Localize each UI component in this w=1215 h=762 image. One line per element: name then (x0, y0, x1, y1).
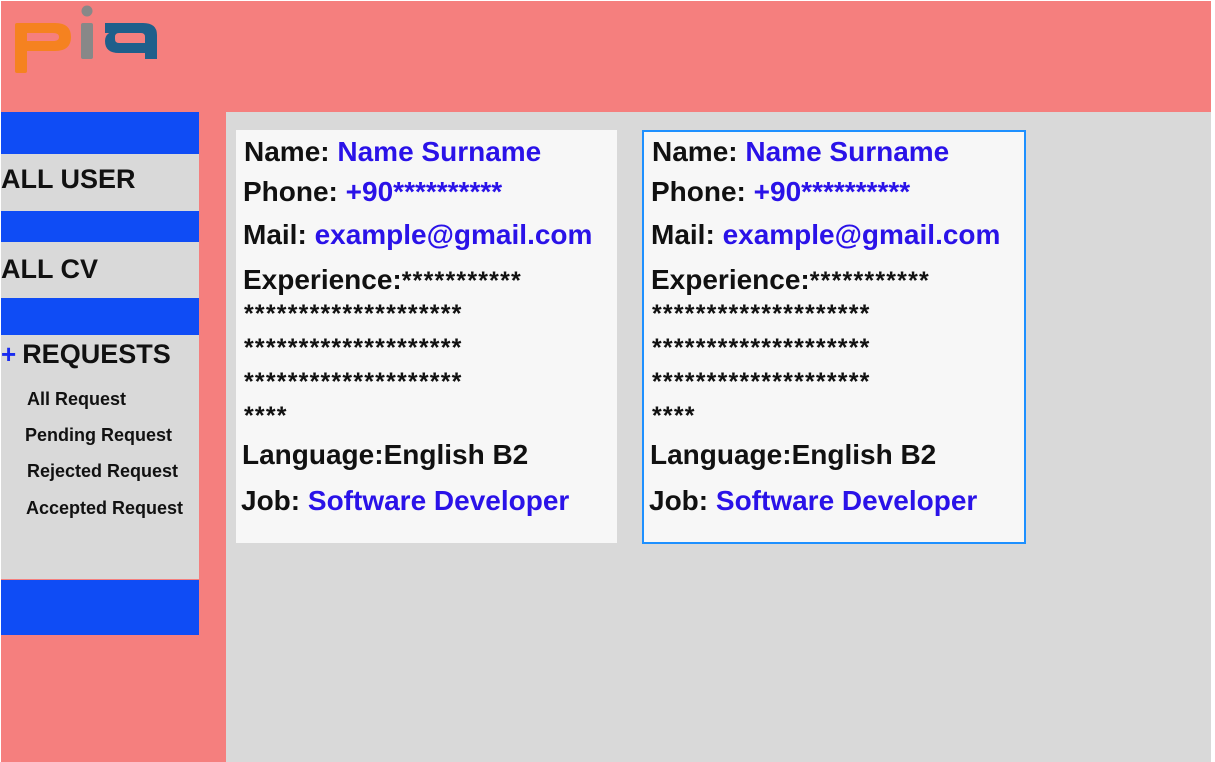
job-row: Job: Software Developer (241, 485, 569, 517)
job-label: Job: (649, 485, 709, 516)
experience-text: **** (652, 402, 696, 430)
experience-row: Experience:*********** (651, 264, 930, 296)
header-bar (1, 1, 1211, 111)
mail-label: Mail: (651, 219, 715, 250)
name-row: Name: Name Surname (652, 136, 949, 168)
language-row: Language:English B2 (650, 439, 936, 471)
experience-text: *********** (401, 267, 522, 295)
nav-all-cv-label: ALL CV (1, 254, 99, 284)
experience-text: ******************** (652, 300, 871, 328)
mail-value: example@gmail.com (722, 219, 1001, 250)
job-row: Job: Software Developer (649, 485, 977, 517)
nav-all-cv[interactable]: ALL CV (1, 242, 199, 298)
mail-row: Mail: example@gmail.com (243, 219, 592, 251)
experience-row: Experience:*********** (243, 264, 522, 296)
nav-all-user[interactable]: ALL USER (1, 154, 199, 211)
experience-label: Experience: (651, 264, 810, 295)
experience-text: *********** (809, 267, 930, 295)
experience-text: ******************** (652, 368, 871, 396)
mail-value: example@gmail.com (314, 219, 593, 250)
name-row: Name: Name Surname (244, 136, 541, 168)
language-label: Language: (650, 439, 792, 470)
mail-label: Mail: (243, 219, 307, 250)
nav-accent-bar (1, 298, 199, 335)
phone-row: Phone: +90********** (243, 176, 502, 208)
phone-value: +90********** (345, 176, 503, 207)
language-row: Language:English B2 (242, 439, 528, 471)
experience-text: **** (244, 402, 288, 430)
language-value: English B2 (383, 439, 529, 470)
name-label: Name: (244, 136, 330, 167)
requests-toggle[interactable]: + REQUESTS (1, 339, 171, 370)
nav-accent-bar (1, 211, 199, 242)
nav-all-request[interactable]: All Request (27, 389, 126, 410)
nav-accent-bar (1, 580, 199, 635)
nav-all-user-label: ALL USER (1, 164, 136, 194)
language-label: Language: (242, 439, 384, 470)
nav-rejected-request[interactable]: Rejected Request (27, 461, 178, 482)
language-value: English B2 (791, 439, 937, 470)
mail-row: Mail: example@gmail.com (651, 219, 1000, 251)
cv-card-selected[interactable]: Name: Name Surname Phone: +90********** … (642, 130, 1026, 544)
experience-label: Experience: (243, 264, 402, 295)
cv-card[interactable]: Name: Name Surname Phone: +90********** … (236, 130, 617, 543)
nav-pending-request[interactable]: Pending Request (25, 425, 172, 446)
experience-text: ******************** (652, 334, 871, 362)
nav-requests-group: + REQUESTS All Request Pending Request Re… (1, 335, 199, 579)
experience-text: ******************** (244, 368, 463, 396)
phone-row: Phone: +90********** (651, 176, 910, 208)
name-value: Name Surname (337, 136, 542, 167)
phone-label: Phone: (243, 176, 338, 207)
nav-accepted-request[interactable]: Accepted Request (26, 498, 183, 519)
job-value: Software Developer (307, 485, 570, 516)
job-value: Software Developer (715, 485, 978, 516)
experience-text: ******************** (244, 334, 463, 362)
name-label: Name: (652, 136, 738, 167)
phone-label: Phone: (651, 176, 746, 207)
name-value: Name Surname (745, 136, 950, 167)
requests-label: REQUESTS (22, 339, 171, 369)
pia-logo[interactable] (15, 5, 163, 73)
experience-text: ******************** (244, 300, 463, 328)
job-label: Job: (241, 485, 301, 516)
nav-accent-bar (1, 112, 199, 154)
phone-value: +90********** (753, 176, 911, 207)
plus-icon: + (1, 339, 17, 369)
